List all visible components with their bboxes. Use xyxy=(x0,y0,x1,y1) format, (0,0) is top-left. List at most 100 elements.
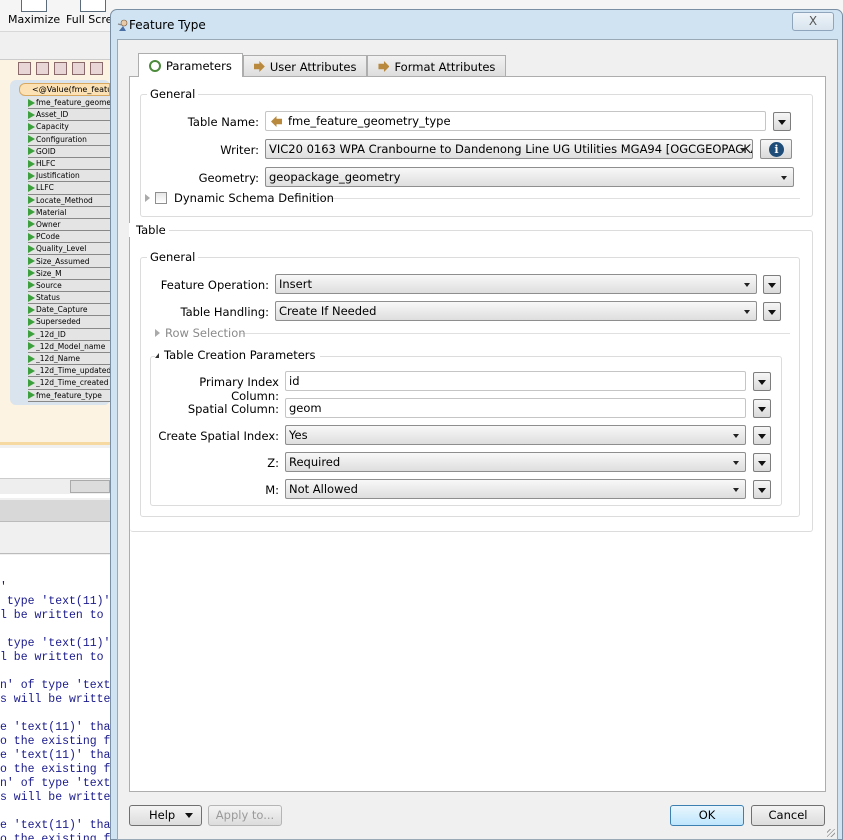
primary-index-dropdown-button[interactable] xyxy=(753,372,771,391)
spatial-column-field[interactable]: geom xyxy=(285,398,746,418)
feature-operation-dropdown-button[interactable] xyxy=(763,275,781,294)
panel-toolbar xyxy=(0,522,110,554)
attribute-port[interactable]: _12d_Name xyxy=(28,352,110,366)
feature-type-ports: fme_feature_geometr Asset_ID Capacity Confi… xyxy=(28,97,110,402)
m-dropdown-button[interactable] xyxy=(753,480,771,499)
panel-header xyxy=(0,500,110,522)
chevron-down-icon xyxy=(744,310,750,314)
attribute-port[interactable]: Locate_Method xyxy=(28,194,110,207)
attribute-port[interactable]: HLFC xyxy=(28,157,110,171)
attribute-port[interactable]: LLFC xyxy=(28,182,110,195)
attribute-port[interactable]: _12d_Model_name xyxy=(28,340,110,353)
port-label: fme_feature_geometr xyxy=(36,98,110,108)
z-label: Z: xyxy=(267,456,279,470)
feature-operation-label: Feature Operation: xyxy=(160,278,269,292)
attribute-port[interactable]: Size_M xyxy=(28,267,110,280)
apply-to-button[interactable]: Apply to... xyxy=(208,805,282,826)
row-selection-expander[interactable]: Row Selection xyxy=(155,326,246,340)
table-creation-expander[interactable]: Table Creation Parameters xyxy=(155,348,320,362)
attribute-port[interactable]: Date_Capture xyxy=(28,304,110,317)
table-handling-dropdown-button[interactable] xyxy=(763,302,781,321)
z-dropdown-button[interactable] xyxy=(753,453,771,472)
attribute-port[interactable]: _12d_Time_updated xyxy=(28,365,110,378)
log-line: e 'text(11)' tha xyxy=(0,749,110,762)
dynamic-schema-checkbox[interactable] xyxy=(155,192,167,204)
attribute-port[interactable]: fme_feature_type xyxy=(28,389,110,402)
dynamic-schema-expander[interactable]: Dynamic Schema Definition xyxy=(145,191,334,205)
attribute-port[interactable]: GOID xyxy=(28,145,110,158)
port-label: Date_Capture xyxy=(36,305,88,315)
divider xyxy=(240,333,790,334)
translation-log[interactable]: ' type 'text(11)' l be written to type 't… xyxy=(0,555,110,840)
attribute-port[interactable]: Status xyxy=(28,292,110,305)
attribute-port[interactable]: Justification xyxy=(28,170,110,183)
spatial-column-label: Spatial Column: xyxy=(187,402,279,416)
chevron-down-icon xyxy=(781,176,787,180)
feature-operation-select[interactable]: Insert xyxy=(275,274,757,294)
port-arrow-icon xyxy=(28,391,35,400)
log-line: s will be writte xyxy=(0,693,110,706)
attribute-port[interactable]: fme_feature_geometr xyxy=(28,97,110,110)
attribute-port[interactable]: Size_Assumed xyxy=(28,255,110,268)
attribute-port[interactable]: Source xyxy=(28,279,110,292)
canvas-tool-icon[interactable] xyxy=(54,62,67,75)
feature-type-node-header[interactable]: <@Value(fme_featu xyxy=(19,83,110,96)
attribute-port[interactable]: PCode xyxy=(28,231,110,244)
canvas-tool-icon[interactable] xyxy=(72,62,85,75)
help-button[interactable]: Help xyxy=(129,805,202,826)
create-spatial-index-dropdown-button[interactable] xyxy=(753,426,771,445)
port-arrow-icon xyxy=(28,293,35,302)
attribute-port[interactable]: Material xyxy=(28,206,110,219)
port-label: Configuration xyxy=(36,134,87,144)
maximize-button[interactable]: Maximize xyxy=(8,0,60,26)
table-name-dropdown-button[interactable] xyxy=(773,112,791,131)
ok-button[interactable]: OK xyxy=(670,805,744,826)
create-spatial-index-select[interactable]: Yes xyxy=(285,425,746,445)
cancel-button[interactable]: Cancel xyxy=(751,805,825,826)
close-button[interactable]: X xyxy=(792,12,834,31)
table-handling-select[interactable]: Create If Needed xyxy=(275,301,757,321)
m-label: M: xyxy=(265,483,279,497)
attribute-port[interactable]: Configuration xyxy=(28,133,110,146)
canvas-tool-icon[interactable] xyxy=(36,62,49,75)
full-screen-button[interactable]: Full Scre xyxy=(66,0,110,26)
tab-parameters[interactable]: Parameters xyxy=(138,53,243,77)
resize-grip[interactable] xyxy=(827,829,835,837)
port-arrow-icon xyxy=(28,317,35,326)
port-arrow-icon xyxy=(28,244,35,253)
geometry-select[interactable]: geopackage_geometry xyxy=(265,167,794,187)
port-arrow-icon xyxy=(28,147,35,156)
tab-user-attributes[interactable]: User Attributes xyxy=(242,55,368,77)
port-label: Capacity xyxy=(36,122,69,132)
log-line: l be written to xyxy=(0,651,110,664)
attribute-port[interactable]: Asset_ID xyxy=(28,109,110,122)
port-arrow-icon xyxy=(28,196,35,205)
attribute-port[interactable]: Quality_Level xyxy=(28,243,110,256)
log-line: o the existing f xyxy=(0,763,110,776)
primary-index-field[interactable]: id xyxy=(285,371,746,391)
port-arrow-icon xyxy=(28,171,35,180)
divider xyxy=(310,198,800,199)
z-select[interactable]: Required xyxy=(285,452,746,472)
scrollbar-thumb[interactable] xyxy=(70,480,110,493)
table-name-field[interactable]: fme_feature_geometry_type xyxy=(265,111,766,131)
spatial-column-dropdown-button[interactable] xyxy=(753,399,771,418)
log-line: l be written to xyxy=(0,609,110,622)
tab-format-attributes[interactable]: Format Attributes xyxy=(367,55,507,77)
chevron-down-icon xyxy=(740,148,746,152)
writer-info-button[interactable]: i xyxy=(760,139,792,159)
attribute-port[interactable]: _12d_Time_created xyxy=(28,377,110,390)
attribute-port[interactable]: Superseded xyxy=(28,316,110,329)
writer-select[interactable]: VIC20 0163 WPA Cranbourne to Dandenong L… xyxy=(265,139,753,159)
arrow-right-icon xyxy=(378,61,390,72)
port-label: GOID xyxy=(36,146,56,156)
attribute-port[interactable]: Capacity xyxy=(28,121,110,134)
attribute-port[interactable]: Owner xyxy=(28,218,110,232)
port-label: LLFC xyxy=(36,183,54,193)
attribute-port[interactable]: _12d_ID xyxy=(28,328,110,341)
m-select[interactable]: Not Allowed xyxy=(285,479,746,499)
canvas-tool-icon[interactable] xyxy=(18,62,31,75)
log-line: o the existing f xyxy=(0,735,110,748)
log-line: e 'text(11)' tha xyxy=(0,819,110,832)
canvas-tool-icon[interactable] xyxy=(90,62,103,75)
